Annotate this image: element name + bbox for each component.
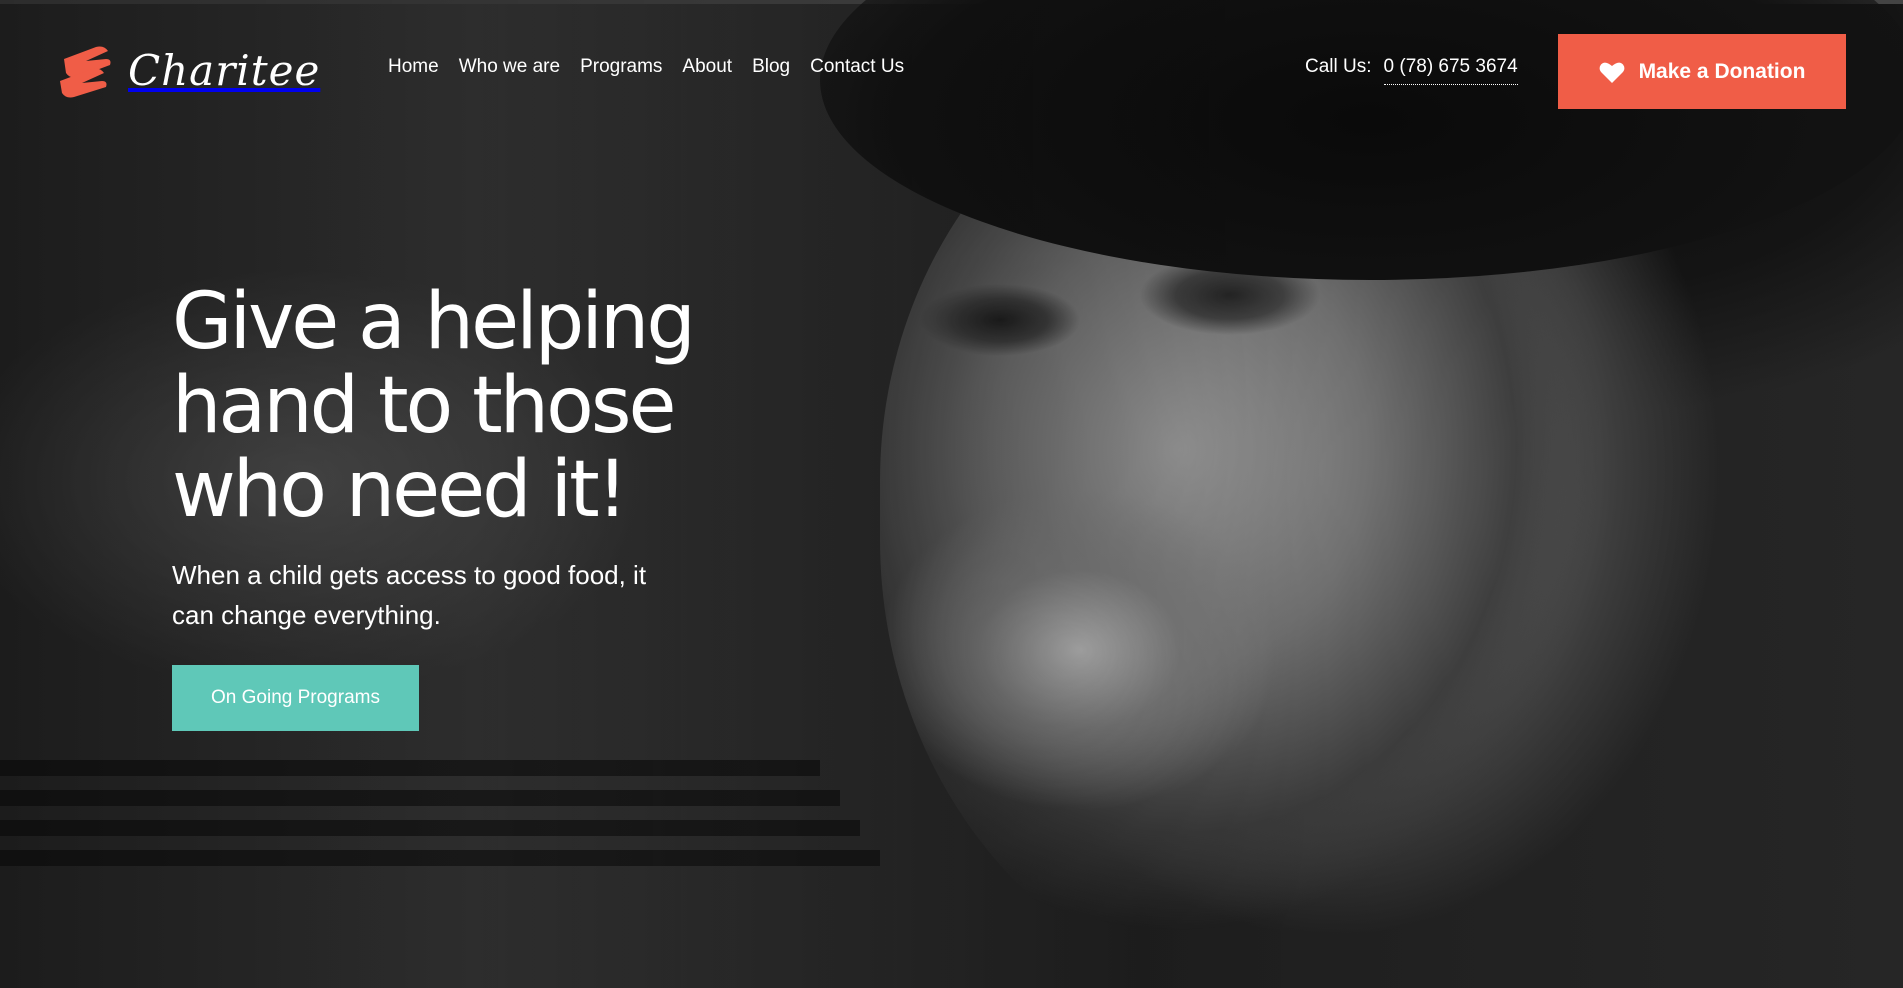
nav-about[interactable]: About (672, 56, 742, 78)
nav-contact-us[interactable]: Contact Us (800, 56, 914, 78)
call-us: Call Us: 0 (78) 675 3674 (1305, 56, 1518, 85)
main-nav: Home Who we are Programs About Blog Cont… (378, 56, 914, 78)
make-donation-button[interactable]: Make a Donation (1558, 34, 1846, 109)
helping-hands-icon (60, 46, 111, 98)
brand-name: Charitee (128, 45, 321, 95)
nav-home[interactable]: Home (378, 56, 449, 78)
hero-section: Charitee Home Who we are Programs About … (0, 0, 1903, 988)
hero-headline: Give a helping hand to those who need it… (172, 277, 696, 535)
make-donation-label: Make a Donation (1638, 59, 1806, 83)
nav-who-we-are[interactable]: Who we are (449, 56, 570, 78)
hero-subtext: When a child gets access to good food, i… (172, 560, 647, 630)
nav-blog[interactable]: Blog (742, 56, 800, 78)
phone-link[interactable]: 0 (78) 675 3674 (1383, 56, 1518, 85)
site-logo[interactable]: Charitee (56, 40, 320, 100)
nav-programs[interactable]: Programs (570, 56, 672, 78)
call-us-label: Call Us: (1305, 56, 1372, 77)
on-going-programs-button[interactable]: On Going Programs (172, 665, 419, 731)
heart-icon (1599, 62, 1624, 83)
